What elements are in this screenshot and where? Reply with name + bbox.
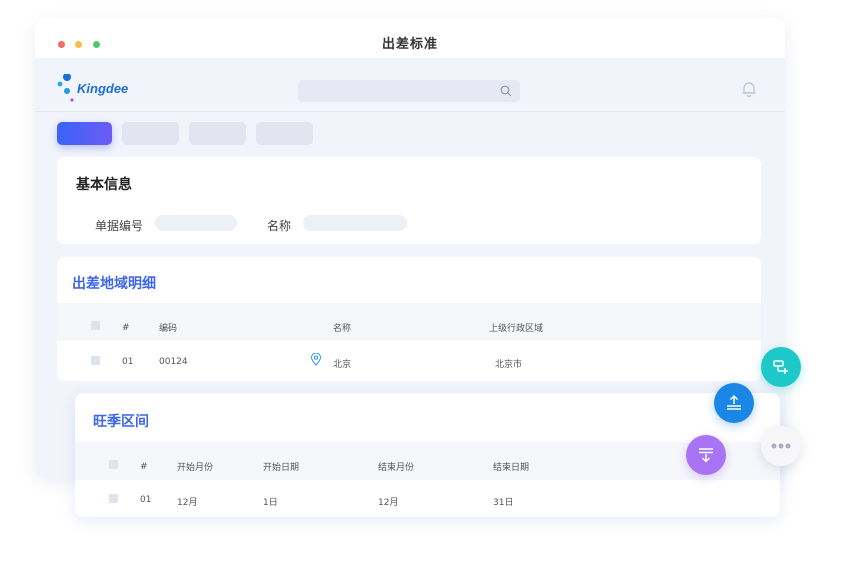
search-input[interactable]: [298, 80, 520, 102]
row-index: 01: [140, 495, 152, 505]
region-table-header: # 编码 名称 上级行政区域: [57, 303, 761, 341]
col-start-month: 开始月份: [177, 463, 214, 473]
col-end-day: 结束日期: [493, 463, 530, 473]
col-index: #: [122, 323, 130, 333]
row-start-day: 1日: [263, 498, 278, 508]
select-all-checkbox[interactable]: [91, 321, 100, 330]
region-detail-title: 出差地域明细: [72, 276, 156, 292]
more-options-button[interactable]: [761, 426, 801, 466]
name-field[interactable]: [303, 215, 407, 231]
row-code: 00124: [159, 357, 188, 367]
tab-4[interactable]: [256, 122, 313, 145]
table-row[interactable]: 01 12月 1日 12月 31日: [75, 482, 780, 516]
add-field-icon: [773, 360, 788, 374]
row-end-month: 12月: [378, 498, 399, 508]
season-table-header: # 开始月份 开始日期 结束月份 结束日期: [75, 442, 780, 480]
tab-3[interactable]: [189, 122, 246, 145]
col-name: 名称: [333, 324, 352, 334]
upload-button[interactable]: [714, 383, 754, 423]
download-button[interactable]: [686, 435, 726, 475]
window-titlebar: 出差标准: [35, 18, 785, 58]
row-parent-region: 北京市: [495, 360, 523, 370]
basic-info-card: 基本信息 单据编号 名称: [57, 157, 761, 244]
col-start-day: 开始日期: [263, 463, 300, 473]
logo-text: Kingdee: [77, 81, 129, 96]
row-start-month: 12月: [177, 498, 198, 508]
upload-icon: [727, 394, 741, 410]
select-all-checkbox[interactable]: [109, 460, 118, 469]
app-header: Kingdee: [35, 58, 785, 112]
search-icon: [500, 85, 512, 97]
peak-season-title: 旺季区间: [93, 414, 149, 430]
peak-season-card: 旺季区间 # 开始月份 开始日期 结束月份 结束日期 01 12月 1日 12月…: [75, 393, 780, 517]
row-index: 01: [122, 357, 134, 367]
region-detail-card: 出差地域明细 # 编码 名称 上级行政区域 01 00124 北京 北京市: [57, 257, 761, 381]
row-checkbox[interactable]: [91, 356, 100, 365]
bill-number-field[interactable]: [155, 215, 237, 231]
col-end-month: 结束月份: [378, 463, 415, 473]
bill-number-label: 单据编号: [95, 219, 144, 233]
name-label: 名称: [267, 219, 292, 233]
basic-info-title: 基本信息: [76, 177, 132, 193]
location-pin-icon[interactable]: [310, 353, 322, 366]
row-checkbox[interactable]: [109, 494, 118, 503]
kingdee-logo-icon: [57, 73, 74, 102]
table-row[interactable]: 01 00124 北京 北京市: [57, 343, 761, 379]
kingdee-logo[interactable]: Kingdee: [55, 73, 145, 104]
col-parent-region: 上级行政区域: [489, 324, 544, 334]
download-icon: [699, 448, 713, 463]
window-title: 出差标准: [381, 37, 438, 52]
row-name: 北京: [333, 360, 352, 370]
row-end-day: 31日: [493, 498, 514, 508]
add-field-button[interactable]: [761, 347, 801, 387]
col-index: #: [140, 462, 148, 472]
more-icon: [771, 443, 791, 449]
col-code: 编码: [159, 324, 178, 334]
tab-2[interactable]: [122, 122, 179, 145]
bell-icon[interactable]: [740, 80, 758, 98]
tab-1[interactable]: [57, 122, 112, 145]
